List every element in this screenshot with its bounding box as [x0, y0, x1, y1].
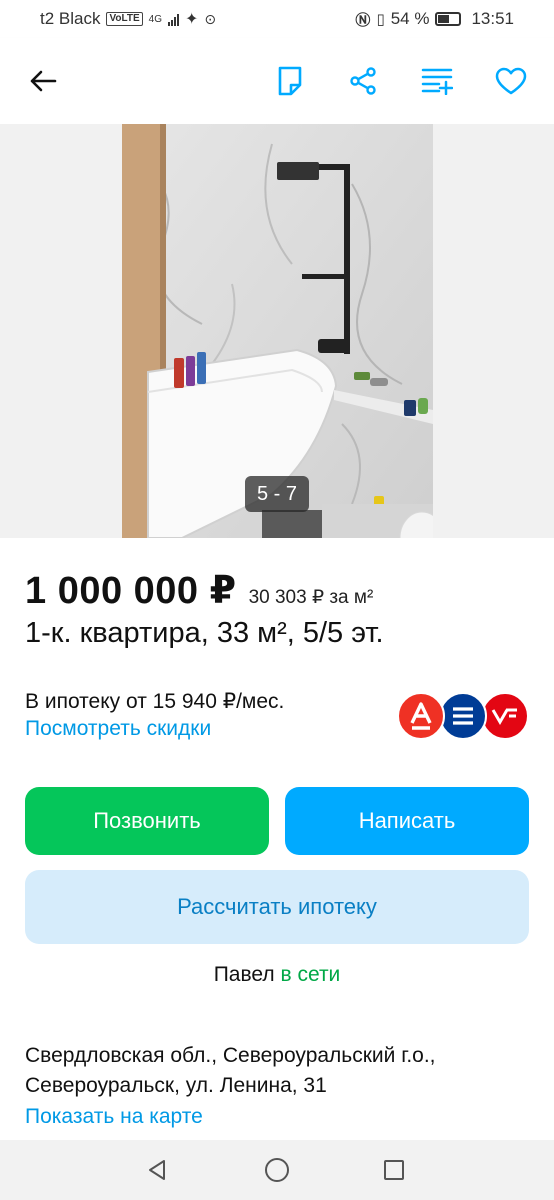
- address: Свердловская обл., Североуральский г.о.,…: [25, 1041, 525, 1101]
- share-icon: [350, 67, 376, 95]
- battery-percent: 54 %: [390, 9, 430, 28]
- record-icon: ⊙: [204, 10, 217, 27]
- status-left: t2 Black VoLTE 4G ✦ ⊙: [40, 9, 216, 29]
- nav-recents-button[interactable]: [376, 1152, 412, 1188]
- view-discounts-link[interactable]: Посмотреть скидки: [25, 717, 211, 741]
- favorite-button[interactable]: [488, 58, 534, 104]
- price-per-sqm: 30 303 ₽ за м²: [248, 587, 374, 608]
- heart-icon: [495, 67, 527, 95]
- call-button[interactable]: Позвонить: [25, 787, 269, 855]
- square-recents-icon: [384, 1160, 404, 1180]
- volte-badge: VoLTE: [106, 12, 143, 26]
- note-icon: [278, 66, 302, 96]
- triangle-back-icon: [149, 1160, 165, 1180]
- seller-online-status: в сети: [280, 963, 341, 986]
- seller-name: Павел: [213, 963, 275, 986]
- vibrate-icon: ▯: [376, 11, 385, 28]
- listing-title: 1-к. квартира, 33 м², 5/5 эт.: [25, 617, 384, 649]
- system-navigation-bar: [0, 1140, 554, 1200]
- show-on-map-link[interactable]: Показать на карте: [25, 1105, 203, 1129]
- compare-list-icon: [421, 68, 453, 95]
- write-button[interactable]: Написать: [285, 787, 529, 855]
- bank-logos[interactable]: [397, 692, 529, 740]
- bank-2-icon: [453, 707, 473, 725]
- sparkle-icon: ✦: [185, 11, 199, 28]
- nav-back-button[interactable]: [139, 1152, 175, 1188]
- battery-icon: [435, 12, 462, 26]
- photo-gallery[interactable]: 5 - 7: [0, 124, 554, 538]
- back-button[interactable]: [20, 58, 66, 104]
- clock: 13:51: [471, 9, 514, 28]
- photo-counter: 5 - 7: [245, 476, 309, 512]
- nfc-icon: Ⓝ: [355, 11, 371, 29]
- alfa-bank-logo: [397, 692, 445, 740]
- bank-2-logo: [439, 692, 487, 740]
- status-bar: t2 Black VoLTE 4G ✦ ⊙ Ⓝ ▯ 54 % 13:51: [0, 0, 554, 38]
- address-line-2: Североуральск, ул. Ленина, 31: [25, 1074, 327, 1097]
- signal-icon: [168, 13, 180, 26]
- price-row: 1 000 000 ₽ 30 303 ₽ за м²: [25, 568, 373, 613]
- note-button[interactable]: [267, 58, 313, 104]
- alfa-letter-icon: [410, 702, 432, 730]
- circle-home-icon: [265, 1158, 289, 1182]
- bank-3-logo: [481, 692, 529, 740]
- seller-info[interactable]: Павел в сети: [0, 963, 554, 987]
- price: 1 000 000 ₽: [25, 570, 237, 612]
- network-type: 4G: [148, 13, 163, 25]
- bank-3-icon: [491, 708, 517, 725]
- status-right: Ⓝ ▯ 54 % 13:51: [355, 9, 514, 30]
- nav-home-button[interactable]: [259, 1152, 295, 1188]
- top-toolbar: [0, 38, 554, 124]
- compare-button[interactable]: [414, 58, 460, 104]
- share-button[interactable]: [340, 58, 386, 104]
- calculate-mortgage-button[interactable]: Рассчитать ипотеку: [25, 870, 529, 944]
- carrier-name: t2 Black: [40, 9, 101, 28]
- address-line-1: Свердловская обл., Североуральский г.о.,: [25, 1044, 436, 1067]
- mortgage-text: В ипотеку от 15 940 ₽/мес.: [25, 690, 285, 713]
- arrow-left-icon: [30, 70, 57, 92]
